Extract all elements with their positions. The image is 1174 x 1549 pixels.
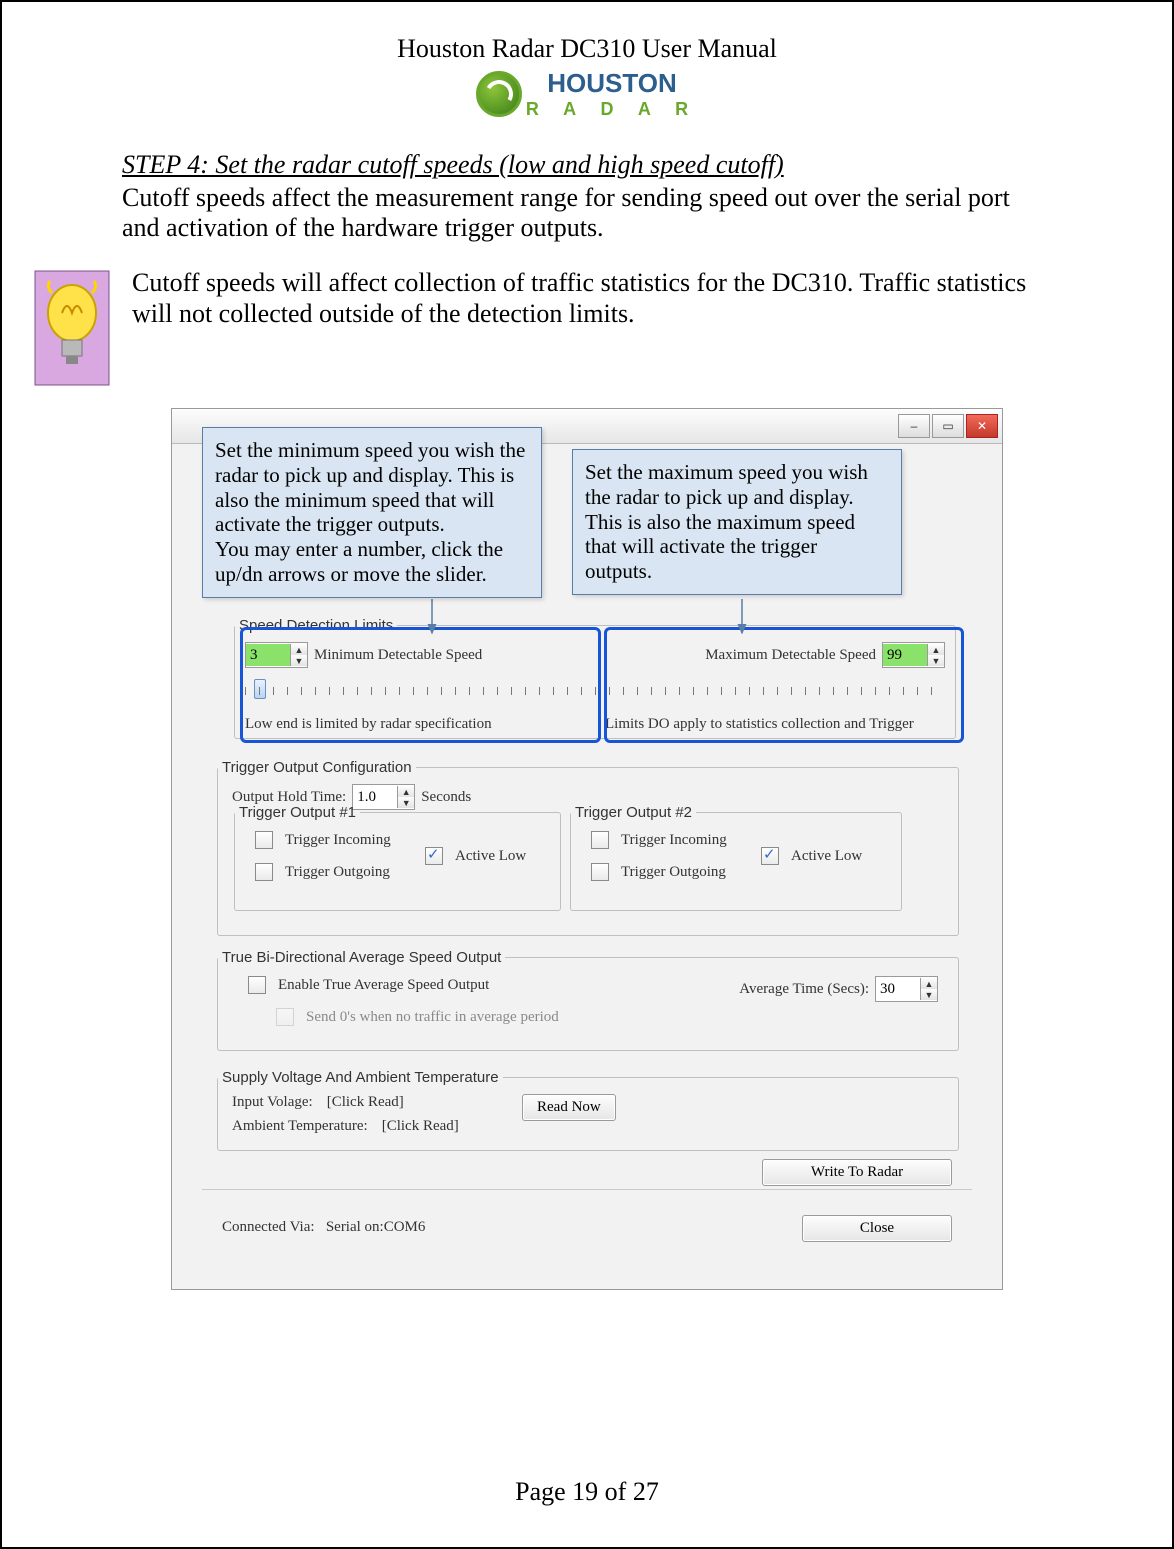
document-page: Houston Radar DC310 User Manual HOUSTON … bbox=[0, 0, 1174, 1549]
lbl-enable-avg: Enable True Average Speed Output bbox=[278, 977, 489, 994]
chk-t2-incoming[interactable] bbox=[591, 831, 609, 849]
lbl-send-zeros: Send 0's when no traffic in average peri… bbox=[306, 1009, 559, 1026]
lbl-t2-outgoing: Trigger Outgoing bbox=[621, 864, 726, 881]
callout-arrow-1 bbox=[422, 599, 542, 639]
page-header: Houston Radar DC310 User Manual HOUSTON … bbox=[2, 2, 1172, 120]
logo-text: HOUSTON R A D A R bbox=[526, 68, 698, 120]
separator bbox=[202, 1189, 972, 1190]
lbl-t1-active-low: Active Low bbox=[455, 848, 526, 865]
arrow-down-icon[interactable]: ▼ bbox=[921, 989, 937, 1000]
page-footer: Page 19 of 27 bbox=[2, 1477, 1172, 1507]
legend-bidir: True Bi-Directional Average Speed Output bbox=[218, 949, 505, 966]
avg-time-input[interactable] bbox=[876, 978, 920, 1000]
read-now-button[interactable]: Read Now bbox=[522, 1094, 616, 1121]
header-title: Houston Radar DC310 User Manual bbox=[2, 34, 1172, 64]
connection-status: Connected Via: Serial on:COM6 bbox=[222, 1219, 425, 1236]
fieldset-trigger-2: Trigger Output #2 Trigger Incoming Trigg… bbox=[570, 804, 902, 911]
step-heading: STEP 4: Set the radar cutoff speeds (low… bbox=[122, 150, 1052, 181]
chk-t1-incoming[interactable] bbox=[255, 831, 273, 849]
avg-time-spinner[interactable]: ▲▼ bbox=[875, 976, 938, 1002]
close-button[interactable]: Close bbox=[802, 1215, 952, 1242]
window-close-button[interactable]: ✕ bbox=[966, 414, 998, 438]
hold-time-label: Output Hold Time: bbox=[232, 789, 346, 806]
hold-time-unit: Seconds bbox=[421, 789, 471, 806]
arrow-up-icon[interactable]: ▲ bbox=[921, 978, 937, 989]
legend-trigger: Trigger Output Configuration bbox=[218, 759, 416, 776]
temp-value: [Click Read] bbox=[382, 1118, 459, 1135]
fieldset-trigger-1: Trigger Output #1 Trigger Incoming Trigg… bbox=[234, 804, 561, 911]
lightbulb-icon bbox=[32, 268, 112, 388]
logo-line1: HOUSTON bbox=[526, 68, 698, 99]
arrow-up-icon[interactable]: ▲ bbox=[398, 786, 414, 797]
spinner-arrows[interactable]: ▲▼ bbox=[920, 978, 937, 1000]
outline-max-speed bbox=[604, 627, 964, 743]
chk-send-zeros bbox=[276, 1008, 294, 1026]
lbl-t2-active-low: Active Low bbox=[791, 848, 862, 865]
callout-max-speed: Set the maximum speed you wish the radar… bbox=[572, 449, 902, 595]
connected-value: Serial on:COM6 bbox=[326, 1219, 426, 1235]
write-to-radar-button[interactable]: Write To Radar bbox=[762, 1159, 952, 1186]
chk-t2-outgoing[interactable] bbox=[591, 863, 609, 881]
tip-row: Cutoff speeds will affect collection of … bbox=[32, 268, 1052, 388]
chk-enable-avg[interactable] bbox=[248, 976, 266, 994]
window-maximize-button[interactable]: ▭ bbox=[932, 414, 964, 438]
radar-logo-icon bbox=[476, 71, 522, 117]
avg-time-label: Average Time (Secs): bbox=[739, 981, 869, 998]
tip-paragraph: Cutoff speeds will affect collection of … bbox=[132, 268, 1052, 329]
lbl-t2-incoming: Trigger Incoming bbox=[621, 832, 727, 849]
lbl-t1-outgoing: Trigger Outgoing bbox=[285, 864, 390, 881]
chk-t1-outgoing[interactable] bbox=[255, 863, 273, 881]
voltage-label: Input Volage: bbox=[232, 1094, 313, 1111]
voltage-value: [Click Read] bbox=[327, 1094, 404, 1111]
company-logo: HOUSTON R A D A R bbox=[2, 68, 1172, 120]
chk-t1-active-low[interactable] bbox=[425, 847, 443, 865]
paragraph-1: Cutoff speeds affect the measurement ran… bbox=[122, 183, 1052, 244]
window-minimize-button[interactable]: – bbox=[898, 414, 930, 438]
legend-supply: Supply Voltage And Ambient Temperature bbox=[218, 1069, 503, 1086]
lbl-t1-incoming: Trigger Incoming bbox=[285, 832, 391, 849]
connected-label: Connected Via: bbox=[222, 1219, 315, 1235]
app-window: – ▭ ✕ Set the minimum speed you wish the… bbox=[171, 408, 1003, 1290]
legend-trigger-2: Trigger Output #2 bbox=[571, 804, 696, 821]
outline-min-speed bbox=[240, 627, 601, 743]
callout-arrow-2 bbox=[732, 599, 852, 639]
chk-t2-active-low[interactable] bbox=[761, 847, 779, 865]
callout-min-speed: Set the minimum speed you wish the radar… bbox=[202, 427, 542, 598]
fieldset-bidir: True Bi-Directional Average Speed Output… bbox=[217, 949, 959, 1051]
logo-line2: R A D A R bbox=[526, 99, 698, 120]
body-text: STEP 4: Set the radar cutoff speeds (low… bbox=[2, 150, 1172, 1290]
temp-label: Ambient Temperature: bbox=[232, 1118, 368, 1135]
legend-trigger-1: Trigger Output #1 bbox=[235, 804, 360, 821]
